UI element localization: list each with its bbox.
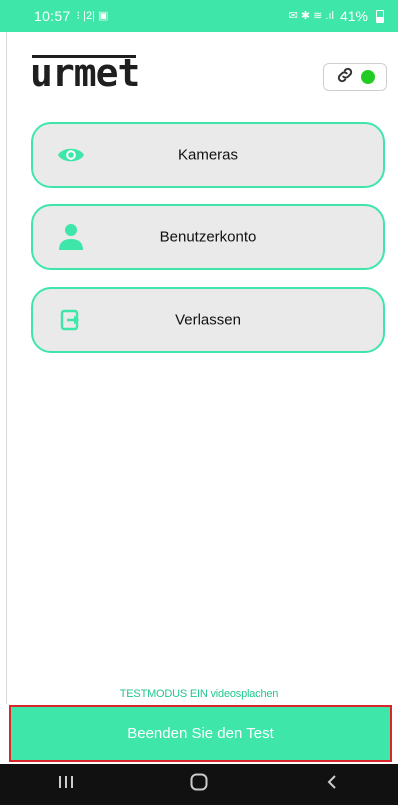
app-border	[6, 32, 7, 704]
android-nav-bar	[0, 764, 398, 805]
back-button[interactable]	[302, 764, 362, 805]
notification-icons: ⁝ |2| ▣	[76, 9, 109, 22]
menu-label-verlassen: Verlassen	[175, 311, 241, 329]
connection-dot	[361, 70, 375, 84]
end-test-button[interactable]: Beenden Sie den Test	[9, 705, 392, 762]
back-icon	[326, 774, 338, 795]
status-bar: 10:57 ⁝ |2| ▣ ✉ ✱ ≋ .ıl 41%	[0, 0, 398, 32]
urmet-logo: urmet	[30, 51, 140, 95]
status-time: 10:57	[34, 8, 71, 24]
connection-status-badge[interactable]	[323, 63, 387, 91]
home-icon	[190, 773, 208, 796]
menu-label-benutzerkonto: Benutzerkonto	[159, 228, 257, 246]
battery-percent: 41%	[339, 8, 368, 24]
battery-icon	[376, 9, 384, 23]
menu-button-kameras[interactable]: Kameras	[31, 122, 385, 188]
test-mode-notice: TESTMODUS EIN videosplachen	[119, 688, 279, 700]
recent-apps-icon	[58, 775, 74, 794]
menu-button-benutzerkonto[interactable]: Benutzerkonto	[31, 204, 385, 270]
system-icons: ✉ ✱ ≋ .ıl	[288, 9, 334, 22]
link-icon	[335, 65, 355, 90]
recent-apps-button[interactable]	[36, 764, 96, 805]
home-button[interactable]	[169, 764, 229, 805]
menu-button-verlassen[interactable]: Verlassen	[31, 287, 385, 353]
menu-label-kameras: Kameras	[177, 146, 239, 164]
